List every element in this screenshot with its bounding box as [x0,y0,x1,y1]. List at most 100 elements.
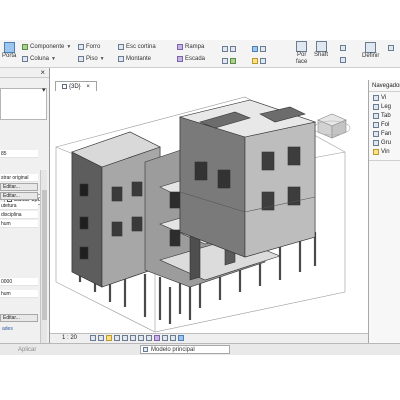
type-selector[interactable] [0,88,47,120]
reveal-hidden-icon[interactable] [162,335,168,341]
property-row: strar original [0,174,38,182]
stair-icon [177,56,183,62]
property-text: 0000 [1,279,13,285]
property-text: hum [1,221,11,227]
chevron-down-icon[interactable]: ▼ [100,54,105,65]
component-label: Componente [30,43,65,50]
view-canvas[interactable] [50,92,368,335]
column-tool[interactable]: Coluna ▼ [22,53,71,65]
ramp-icon [177,44,183,50]
component-icon [22,44,28,50]
tab-3d-view[interactable]: {3D} × [55,81,97,91]
browser-item-groups[interactable]: Gru [373,139,391,147]
ceiling-tool[interactable]: Forro Piso ▼ [78,41,105,65]
browser-item-schedules[interactable]: Tab [373,112,391,120]
sun-path-icon[interactable] [106,335,112,341]
scale-value-field[interactable]: 85 [0,150,38,158]
highlight-displacement-icon[interactable] [178,335,184,341]
property-row: disciplina [0,211,38,219]
component-tool[interactable]: Componente ▼ Coluna ▼ [22,41,71,65]
curtain-grid-tool[interactable]: Esc cortina Montante [118,41,156,65]
property-text: disciplina [1,212,22,218]
area-boundary-icon[interactable] [252,58,258,64]
model-selector[interactable]: Modelo principal [140,345,230,354]
visual-style-icon[interactable] [98,335,104,341]
property-row: utetura [0,202,38,210]
color-scheme-icon[interactable] [260,58,266,64]
rendering-icon[interactable] [122,335,128,341]
close-icon[interactable]: × [40,68,45,78]
chevron-down-icon[interactable]: ▼ [66,42,71,53]
scrollbar-thumb[interactable] [42,190,47,320]
room-tag-icon[interactable] [252,46,258,52]
link-icon [373,149,379,155]
browser-item-label: Vi [381,95,387,101]
shadows-icon[interactable] [114,335,120,341]
room-tools-group[interactable] [252,43,266,67]
area-tag-icon[interactable] [260,46,266,52]
edit-button-label: Editar... [3,184,20,190]
ceiling-label: Forro [86,43,101,50]
mullion-tool[interactable]: Montante [118,53,156,65]
show-crop-icon[interactable] [138,335,144,341]
detail-level-icon[interactable] [90,335,96,341]
browser-item-label: Vin [381,149,390,155]
chevron-down-icon[interactable]: ▼ [51,54,56,65]
crop-view-icon[interactable] [130,335,136,341]
by-label: Por [297,52,307,58]
property-text: utetura [1,203,17,209]
room-icon[interactable] [222,58,228,64]
model-line-icon[interactable] [230,46,236,52]
model-selector-label: Modelo principal [151,347,195,353]
ramp-tool[interactable]: Rampa Escada [177,41,205,65]
ceiling-icon [78,44,84,50]
column-icon [22,56,28,62]
view-cube[interactable] [313,113,351,139]
browser-item-links[interactable]: Vin [373,148,390,156]
building-3d-model[interactable] [50,92,368,335]
shaft-icon [315,41,327,52]
edit-button[interactable]: Editar... [0,183,38,191]
model-tools-group[interactable] [222,43,236,67]
door-tool[interactable]: Porta [2,42,16,60]
lock-view-icon[interactable] [146,335,152,341]
floor-icon [78,56,84,62]
analytical-model-icon[interactable] [170,335,176,341]
browser-item-views[interactable]: Vi [373,94,386,102]
close-icon[interactable]: × [86,84,90,90]
edit-button[interactable]: Editar... [0,314,38,322]
show-workplane-tool[interactable] [388,42,394,54]
wall-opening-icon[interactable] [340,45,346,51]
vertical-opening-icon[interactable] [340,57,346,63]
properties-help-link[interactable]: ades [0,325,48,333]
view-scale[interactable]: 1 : 20 [62,334,77,343]
ramp-label: Rampa [185,43,205,50]
set-workplane-tool[interactable]: Definir [362,42,379,60]
temporary-hide-icon[interactable] [154,335,160,341]
project-browser-title: Navegador [372,83,400,89]
chevron-down-icon[interactable]: ▾ [42,86,46,94]
revit-window: Porta Componente ▼ Coluna ▼ Forro Piso ▼ Es… [0,0,400,400]
property-text: strar original [1,175,29,181]
properties-panel: × ▾ Editar tipo 85 strar original Editar… [0,68,50,360]
browser-item-label: Fol [381,122,390,128]
area-icon[interactable] [230,58,236,64]
opening-tools-group[interactable] [340,42,346,66]
view-control-bar: 1 : 20 [50,333,368,343]
shaft-tool[interactable]: Shaft [314,41,328,59]
mullion-label: Montante [126,55,152,62]
browser-item-families[interactable]: Fan [373,130,391,138]
edit-button[interactable]: Editar... [0,192,38,200]
apply-button[interactable]: Aplicar [18,345,36,355]
door-icon [3,42,15,53]
by-face-tool[interactable]: Por face [296,41,307,66]
face-label: face [296,59,308,65]
status-bar: Aplicar Modelo principal [0,343,400,355]
browser-item-sheets[interactable]: Fol [373,121,389,129]
by-face-icon [296,41,308,52]
browser-item-legends[interactable]: Leg [373,103,391,111]
stair-tool[interactable]: Escada [177,53,205,65]
floor-tool[interactable]: Piso ▼ [78,53,105,65]
right-building-block [178,99,317,258]
model-text-icon[interactable] [222,46,228,52]
